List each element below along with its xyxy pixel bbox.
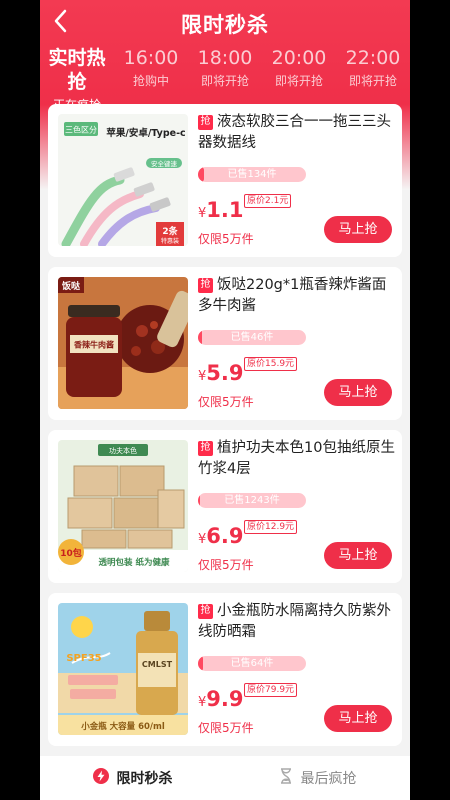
sold-count: 已售46件: [230, 332, 274, 343]
product-list: 三色区分 苹果/安卓/Type-c 安全键速 2条 特惠装 抢液态软胶三合一一拖…: [48, 104, 402, 756]
buy-now-button[interactable]: 马上抢: [324, 216, 392, 243]
tab-label: 限时秒杀: [116, 771, 173, 787]
price-value: 5.9: [206, 361, 244, 385]
price-value: 1.1: [206, 198, 244, 222]
session-status: 即将开抢: [200, 74, 249, 88]
product-info: 抢液态软胶三合一一拖三三头器数据线 已售134件 ¥1.1 原价2.1元 仅限5…: [198, 112, 398, 246]
session-tab[interactable]: 16:00 抢购中: [114, 46, 188, 96]
flash-tag: 抢: [198, 604, 213, 619]
product-name[interactable]: 抢小金瓶防水隔离持久防紫外线防晒霜: [198, 601, 398, 643]
thumb-badge-sub: 特惠装: [161, 237, 179, 245]
session-time: 20:00: [271, 47, 327, 69]
sold-progress-bar: 已售1243件: [198, 493, 306, 508]
original-price: 原价12.9元: [244, 520, 298, 534]
session-tab[interactable]: 22:00 即将开抢: [336, 46, 410, 96]
thumb-top-text: 功夫本色: [109, 446, 137, 455]
product-name[interactable]: 抢液态软胶三合一一拖三三头器数据线: [198, 112, 398, 154]
hourglass-icon: [279, 768, 293, 788]
buy-now-button[interactable]: 马上抢: [324, 542, 392, 569]
app-screen: 限时秒杀 实时热抢 正在疯抢 16:00 抢购中 18:00 即将开抢 20:0…: [40, 0, 410, 800]
thumb-title-text: 苹果/安卓/Type-c: [106, 127, 185, 139]
session-tabs: 实时热抢 正在疯抢 16:00 抢购中 18:00 即将开抢 20:00 即将开…: [40, 46, 410, 112]
tab-label: 最后疯抢: [300, 771, 357, 787]
sale-price: ¥5.9: [198, 361, 243, 385]
product-card[interactable]: 三色区分 苹果/安卓/Type-c 安全键速 2条 特惠装 抢液态软胶三合一一拖…: [48, 104, 402, 257]
top-bar: 限时秒杀: [40, 0, 410, 44]
sale-price: ¥6.9: [198, 524, 243, 548]
stock-limit: 仅限5万件: [198, 721, 254, 735]
product-card[interactable]: 功夫本色 10包 透明包装 纸为健康 抢植护功夫本色10包抽纸原生竹浆4层 已售…: [48, 430, 402, 583]
session-status: 抢购中: [132, 74, 169, 88]
page-title: 限时秒杀: [181, 13, 269, 37]
session-time: 16:00: [123, 47, 179, 69]
product-info: 抢植护功夫本色10包抽纸原生竹浆4层 已售1243件 ¥6.9 原价12.9元 …: [198, 438, 398, 572]
flash-tag: 抢: [198, 115, 213, 130]
stock-limit: 仅限5万件: [198, 558, 254, 572]
session-status: 即将开抢: [348, 74, 397, 88]
sold-count: 已售134件: [227, 169, 277, 180]
thumb-strip-text: 小金瓶 大容量 60/ml: [80, 721, 165, 732]
product-info: 抢小金瓶防水隔离持久防紫外线防晒霜 已售64件 ¥9.9 原价79.9元 仅限5…: [198, 601, 398, 735]
thumb-strip-text: 透明包装 纸为健康: [99, 557, 170, 568]
tab-flash-sale[interactable]: 限时秒杀: [40, 756, 225, 800]
product-image[interactable]: SPF35 CMLST 小金瓶 大容量 60/ml: [58, 603, 188, 735]
product-name-text: 液态软胶三合一一拖三三头器数据线: [198, 114, 391, 151]
flash-tag: 抢: [198, 441, 213, 456]
product-name-text: 植护功夫本色10包抽纸原生竹浆4层: [198, 440, 395, 477]
product-card[interactable]: 香辣牛肉酱 饭哒 抢饭哒220g*1瓶香辣炸酱面多牛肉酱 已售46件 ¥5.9 …: [48, 267, 402, 420]
thumb-brand-text: CMLST: [142, 660, 173, 669]
session-tab[interactable]: 20:00 即将开抢: [262, 46, 336, 96]
flash-icon: [92, 768, 109, 788]
thumb-jar-label: 香辣牛肉酱: [73, 340, 114, 350]
sold-count: 已售64件: [230, 658, 274, 669]
thumb-spf-text: SPF35: [66, 653, 101, 664]
thumb-corner-text: 三色区分: [65, 125, 97, 135]
thumb-sub-text: 安全键速: [151, 159, 178, 168]
product-name-text: 饭哒220g*1瓶香辣炸酱面多牛肉酱: [198, 277, 387, 314]
session-status: 即将开抢: [274, 74, 323, 88]
buy-now-button[interactable]: 马上抢: [324, 379, 392, 406]
product-image[interactable]: 功夫本色 10包 透明包装 纸为健康: [58, 440, 188, 572]
original-price: 原价79.9元: [244, 683, 298, 697]
session-time: 实时热抢: [48, 47, 106, 93]
product-card[interactable]: SPF35 CMLST 小金瓶 大容量 60/ml 抢小金瓶防水隔离持久防紫外线…: [48, 593, 402, 746]
product-name[interactable]: 抢植护功夫本色10包抽纸原生竹浆4层: [198, 438, 398, 480]
thumb-badge-text: 10包: [60, 547, 82, 559]
sold-count: 已售1243件: [224, 495, 280, 506]
tab-last-rush[interactable]: 最后疯抢: [225, 756, 410, 800]
flash-tag: 抢: [198, 278, 213, 293]
session-tab[interactable]: 18:00 即将开抢: [188, 46, 262, 96]
product-image[interactable]: 三色区分 苹果/安卓/Type-c 安全键速 2条 特惠装: [58, 114, 188, 246]
bottom-tab-bar: 限时秒杀 最后疯抢: [40, 756, 410, 800]
thumb-badge-text: 2条: [162, 225, 178, 237]
product-image[interactable]: 香辣牛肉酱 饭哒: [58, 277, 188, 409]
session-tab[interactable]: 实时热抢 正在疯抢: [40, 46, 114, 112]
session-time: 22:00: [345, 47, 401, 69]
thumb-corner-text: 饭哒: [61, 280, 81, 292]
sale-price: ¥1.1: [198, 198, 243, 222]
price-value: 9.9: [206, 687, 244, 711]
product-name-text: 小金瓶防水隔离持久防紫外线防晒霜: [198, 603, 391, 640]
session-time: 18:00: [197, 47, 253, 69]
price-value: 6.9: [206, 524, 244, 548]
original-price: 原价2.1元: [244, 194, 292, 208]
product-info: 抢饭哒220g*1瓶香辣炸酱面多牛肉酱 已售46件 ¥5.9 原价15.9元 仅…: [198, 275, 398, 409]
product-name[interactable]: 抢饭哒220g*1瓶香辣炸酱面多牛肉酱: [198, 275, 398, 317]
sold-progress-bar: 已售64件: [198, 656, 306, 671]
buy-now-button[interactable]: 马上抢: [324, 705, 392, 732]
stock-limit: 仅限5万件: [198, 395, 254, 409]
sale-price: ¥9.9: [198, 687, 243, 711]
original-price: 原价15.9元: [244, 357, 298, 371]
sold-progress-bar: 已售46件: [198, 330, 306, 345]
stock-limit: 仅限5万件: [198, 232, 254, 246]
sold-progress-bar: 已售134件: [198, 167, 306, 182]
